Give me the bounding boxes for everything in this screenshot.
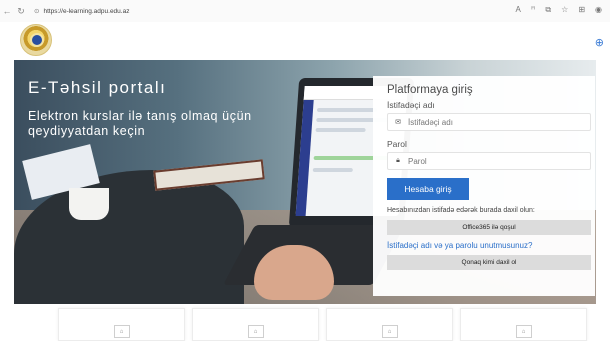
login-heading: Platformaya giriş: [387, 84, 473, 96]
translate-icon[interactable]: ꟸ: [531, 5, 536, 15]
course-cards: ⌂ ⌂ ⌂ ⌂: [0, 304, 610, 341]
username-placeholder: İstifadəçi adı: [408, 117, 453, 127]
office365-button[interactable]: Office365 ilə qoşul: [387, 220, 591, 235]
site-header: ⊕: [0, 22, 610, 60]
password-input[interactable]: 🔒︎ Parol: [387, 152, 591, 170]
browser-toolbar: ← ↻ ⊙ https://e-learning.adpu.edu.az A ꟸ …: [0, 0, 610, 22]
course-card[interactable]: ⌂: [58, 308, 185, 341]
forgot-password-link[interactable]: İstifadəçi adı və ya parolu unutmusunuz?: [387, 241, 595, 250]
read-aloud-icon[interactable]: A: [515, 5, 520, 15]
password-label: Parol: [387, 139, 407, 149]
course-card[interactable]: ⌂: [192, 308, 319, 341]
university-logo[interactable]: [20, 24, 52, 56]
username-input[interactable]: ✉ İstifadəçi adı: [387, 113, 591, 131]
image-placeholder-icon: ⌂: [515, 325, 532, 338]
password-placeholder: Parol: [408, 156, 427, 166]
padlock-icon: 🔒︎: [396, 157, 400, 164]
envelope-icon: ✉: [395, 119, 401, 126]
login-button[interactable]: Hesaba giriş: [387, 178, 469, 200]
favorites-icon[interactable]: ☆: [561, 5, 568, 15]
username-label: İstifadəçi adı: [387, 100, 435, 110]
back-arrow-icon[interactable]: ←: [0, 6, 14, 16]
url-text: https://e-learning.adpu.edu.az: [43, 8, 130, 15]
lock-icon: ⊙: [34, 8, 40, 15]
collections-icon[interactable]: ⊞: [578, 5, 585, 15]
globe-icon[interactable]: ⊕: [595, 36, 604, 49]
office-note: Hesabınızdan istifadə edərək burada daxi…: [387, 207, 535, 214]
hero-subtitle: Elektron kurslar ilə tanış olmaq üçün qe…: [28, 109, 252, 138]
course-card[interactable]: ⌂: [460, 308, 587, 341]
login-panel: Platformaya giriş İstifadəçi adı ✉ İstif…: [373, 76, 595, 296]
image-placeholder-icon: ⌂: [247, 325, 264, 338]
reload-icon[interactable]: ↻: [14, 6, 28, 17]
cup-illustration: [69, 188, 109, 220]
profile-icon[interactable]: ◉: [595, 5, 602, 15]
hero-title: E-Təhsil portalı: [28, 78, 167, 97]
address-bar[interactable]: ⊙ https://e-learning.adpu.edu.az: [34, 7, 129, 15]
toolbar-icons: A ꟸ ⧉ ☆ ⊞ ◉: [515, 5, 602, 15]
course-card[interactable]: ⌂: [326, 308, 453, 341]
image-placeholder-icon: ⌂: [381, 325, 398, 338]
image-placeholder-icon: ⌂: [113, 325, 130, 338]
extensions-icon[interactable]: ⧉: [545, 5, 551, 15]
guest-login-button[interactable]: Qonaq kimi daxil ol: [387, 255, 591, 270]
